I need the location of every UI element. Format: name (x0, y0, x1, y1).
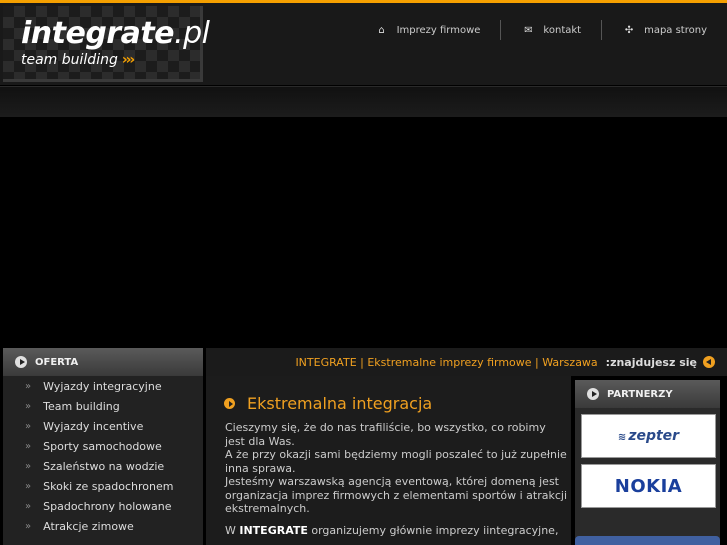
sidebar-item[interactable]: » Szaleństwo na wodzie (3, 456, 203, 476)
zepter-logo-text: zepter (628, 428, 680, 444)
double-chevron-icon: » (25, 380, 32, 392)
sitemap-icon: ✣ (624, 24, 634, 36)
double-chevron-icon: » (25, 480, 32, 492)
content-body: Cieszymy się, że do nas trafiliście, bo … (225, 421, 567, 545)
content-heading: Ekstremalna integracja (224, 394, 432, 413)
double-chevron-icon: » (25, 520, 32, 532)
sidebar-item-label: Team building (43, 399, 120, 413)
sidebar-item-label: Spadochrony holowane (43, 499, 172, 513)
nav-label: kontakt (543, 24, 582, 36)
paragraph: Jesteśmy warszawską agencją eventową, kt… (225, 475, 568, 515)
sidebar-item[interactable]: » Skoki ze spadochronem (3, 476, 203, 496)
back-arrow-icon[interactable] (703, 356, 715, 368)
sidebar-item-label: Wyjazdy incentive (43, 419, 144, 433)
text-fragment: organizujemy głównie imprezy iintegracyj… (307, 523, 559, 537)
double-chevron-icon: » (25, 460, 32, 472)
partners-title: PARTNERZY (607, 388, 673, 400)
logo-arrows-icon: ››› (121, 52, 135, 68)
arrow-bullet-icon (224, 398, 235, 409)
nokia-logo: NOKIA (614, 475, 683, 497)
logo-tagline-text: team building (21, 52, 118, 68)
nav-item-imprezy[interactable]: ⌂ Imprezy firmowe (355, 20, 501, 40)
arrow-bullet-icon (587, 388, 599, 400)
sidebar-item-label: Sporty samochodowe (43, 439, 162, 453)
sidebar-item-label: Wyjazdy integracyjne (43, 379, 162, 393)
header-band (0, 86, 727, 118)
site-logo[interactable]: integrate.pl team building ››› (3, 6, 210, 82)
home-icon: ⌂ (378, 24, 385, 36)
double-chevron-icon: » (25, 440, 32, 452)
sidebar-header: OFERTA (3, 348, 203, 376)
logo-main-text: integrate (21, 16, 175, 51)
paragraph: Cieszymy się, że do nas trafiliście, bo … (225, 421, 546, 448)
partner-logo-partial[interactable] (575, 536, 720, 545)
header: integrate.pl team building ››› ⌂ Imprezy … (0, 3, 727, 85)
text-fragment: W (225, 523, 240, 537)
nav-label: Imprezy firmowe (396, 24, 481, 36)
sidebar-item[interactable]: » Team building (3, 396, 203, 416)
breadcrumb-label: :znajdujesz się (605, 355, 697, 369)
sidebar-offer: OFERTA » Wyjazdy integracyjne » Team build… (3, 348, 203, 545)
breadcrumb-path[interactable]: INTEGRATE | Ekstremalne imprezy firmowe … (295, 356, 597, 369)
nav-label: mapa strony (644, 24, 707, 36)
logo-text: integrate.pl (21, 16, 210, 51)
paragraph: W INTEGRATE organizujemy głównie imprezy… (225, 524, 567, 538)
hero-area (0, 117, 727, 345)
brand-name: INTEGRATE (239, 523, 308, 537)
main-content: Ekstremalna integracja Cieszymy się, że … (206, 376, 571, 545)
sidebar-item[interactable]: » Sporty samochodowe (3, 436, 203, 456)
sidebar-item-label: Skoki ze spadochronem (43, 479, 174, 493)
partners-header: PARTNERZY (575, 380, 720, 408)
double-chevron-icon: » (25, 500, 32, 512)
breadcrumb: INTEGRATE | Ekstremalne imprezy firmowe … (206, 348, 727, 376)
double-chevron-icon: » (25, 420, 32, 432)
sidebar-item[interactable]: » Spadochrony holowane (3, 496, 203, 516)
page-title: Ekstremalna integracja (247, 394, 433, 413)
zepter-logo: ≋ zepter (617, 428, 680, 444)
sidebar-item[interactable]: » Wyjazdy incentive (3, 416, 203, 436)
partner-logo-nokia[interactable]: NOKIA (581, 464, 716, 508)
logo-tagline: team building ››› (21, 52, 135, 68)
nav-item-kontakt[interactable]: ✉ kontakt (501, 20, 601, 40)
top-nav: ⌂ Imprezy firmowe ✉ kontakt ✣ mapa stron… (355, 20, 727, 40)
partners-panel: PARTNERZY ≋ zepter NOKIA (575, 380, 720, 545)
paragraph: A że przy okazji sami będziemy mogli pos… (225, 448, 567, 475)
logo-suffix: .pl (174, 16, 210, 51)
sidebar-title: OFERTA (35, 356, 79, 368)
nav-item-mapa[interactable]: ✣ mapa strony (602, 20, 727, 40)
arrow-bullet-icon (15, 356, 27, 368)
sidebar-item-label: Szaleństwo na wodzie (43, 459, 165, 473)
mail-icon: ✉ (524, 24, 533, 36)
sidebar-item[interactable]: » Wyjazdy integracyjne (3, 376, 203, 396)
double-chevron-icon: » (25, 400, 32, 412)
sidebar-item[interactable]: » Atrakcje zimowe (3, 516, 203, 536)
sidebar-item-label: Atrakcje zimowe (43, 519, 134, 533)
partner-logo-zepter[interactable]: ≋ zepter (581, 414, 716, 458)
